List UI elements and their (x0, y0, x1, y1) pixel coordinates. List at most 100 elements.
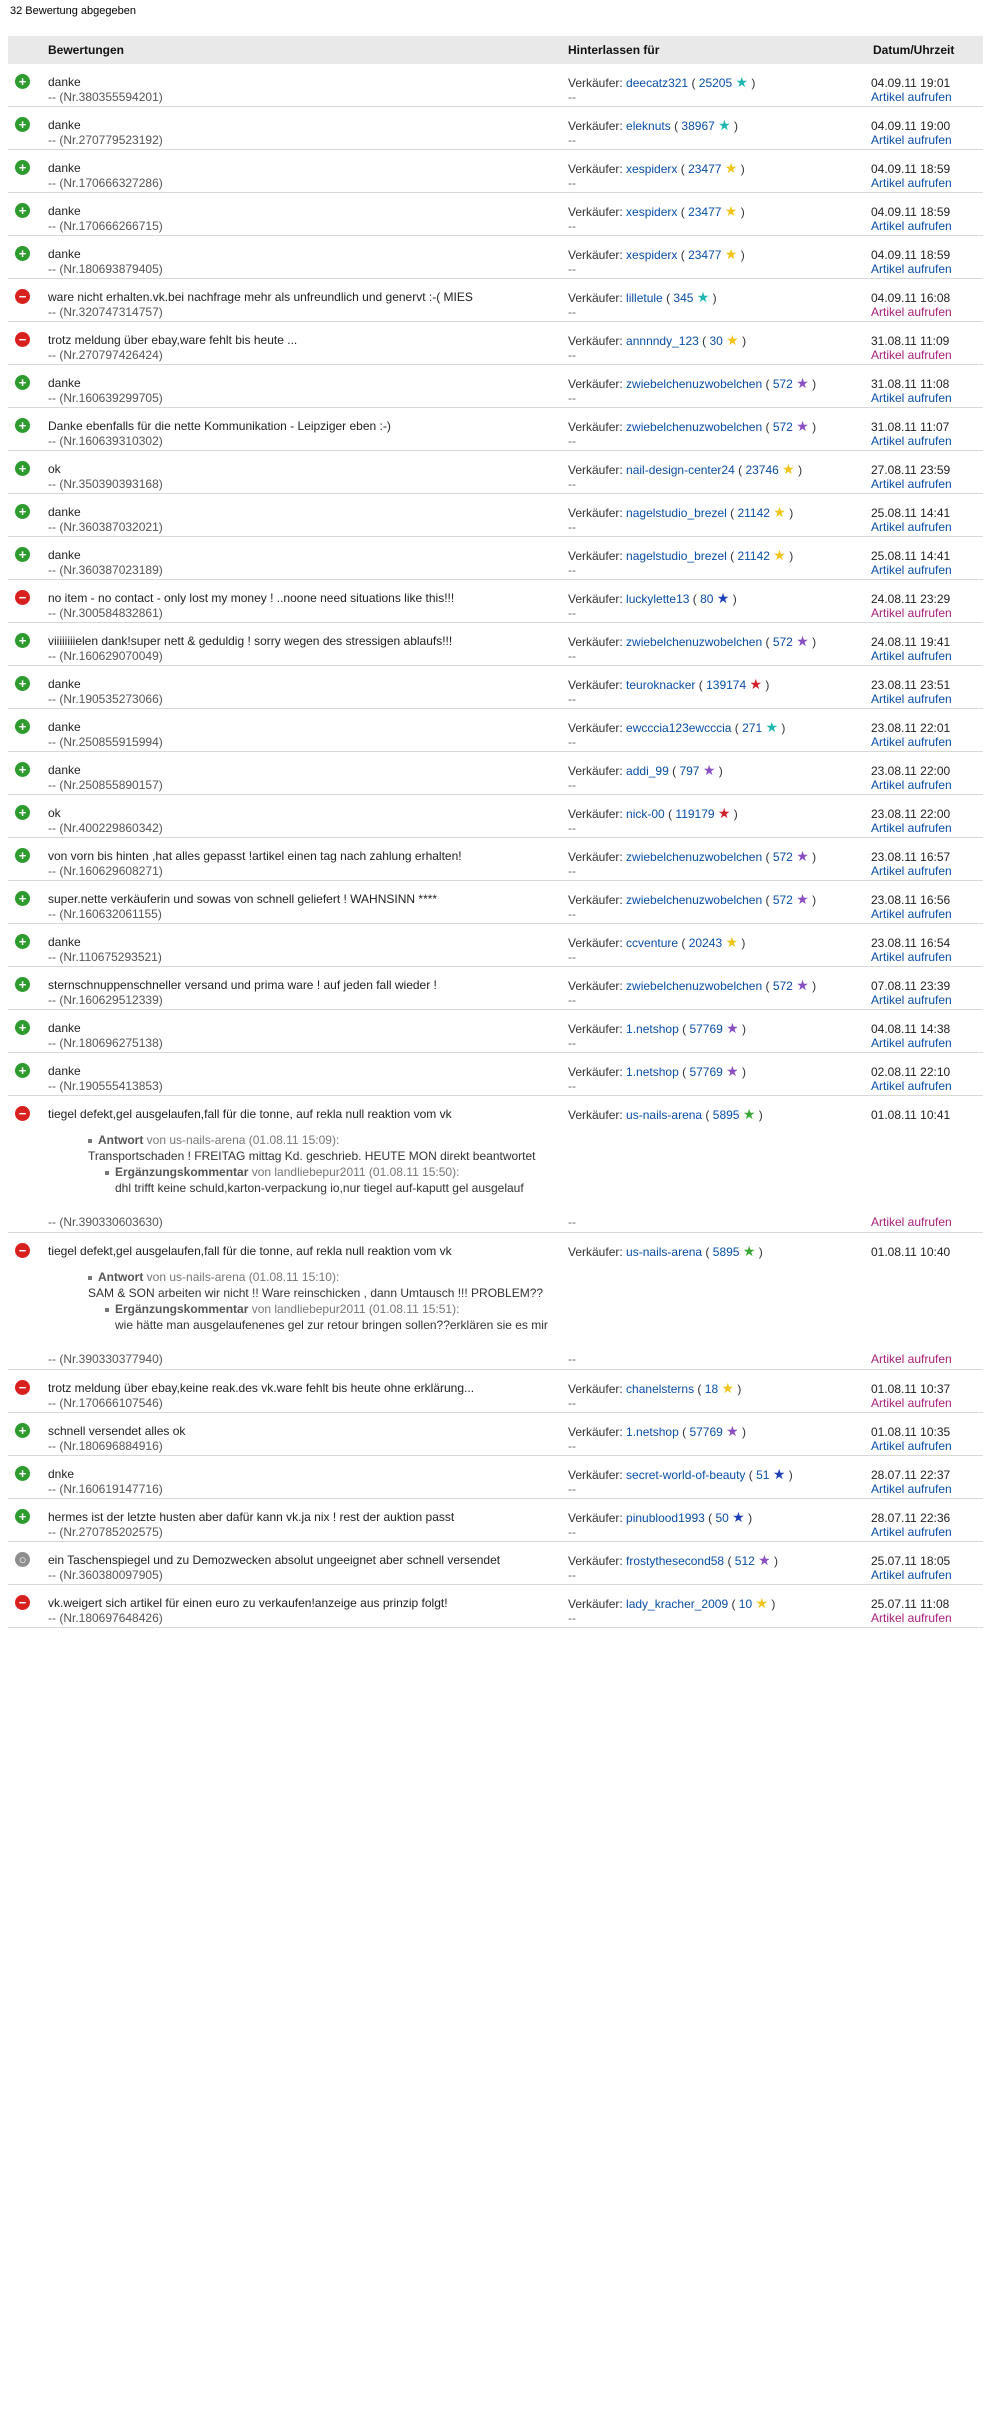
view-item-link[interactable]: Artikel aufrufen (871, 1611, 952, 1625)
feedback-score-link[interactable]: 51 (756, 1468, 769, 1482)
view-item-link[interactable]: Artikel aufrufen (871, 821, 952, 835)
feedback-score-link[interactable]: 21142 (737, 549, 769, 563)
view-item-link[interactable]: Artikel aufrufen (871, 219, 952, 233)
feedback-score-link[interactable]: 572 (773, 850, 793, 864)
seller-link[interactable]: annnndy_123 (626, 334, 699, 348)
view-item-link[interactable]: Artikel aufrufen (871, 1215, 952, 1229)
seller-link[interactable]: xespiderx (626, 162, 677, 176)
seller-link[interactable]: deecatz321 (626, 76, 688, 90)
seller-link[interactable]: nail-design-center24 (626, 463, 735, 477)
seller-link[interactable]: luckylette13 (626, 592, 689, 606)
seller-link[interactable]: lady_kracher_2009 (626, 1597, 728, 1611)
feedback-score-link[interactable]: 25205 (699, 76, 732, 90)
view-item-link[interactable]: Artikel aufrufen (871, 176, 952, 190)
view-item-link[interactable]: Artikel aufrufen (871, 434, 952, 448)
feedback-score-link[interactable]: 572 (773, 377, 793, 391)
feedback-score-link[interactable]: 512 (735, 1554, 755, 1568)
view-item-link[interactable]: Artikel aufrufen (871, 1352, 952, 1366)
feedback-score-link[interactable]: 23477 (688, 162, 721, 176)
seller-link[interactable]: ccventure (626, 936, 678, 950)
view-item-link[interactable]: Artikel aufrufen (871, 778, 952, 792)
seller-link[interactable]: xespiderx (626, 205, 677, 219)
view-item-link[interactable]: Artikel aufrufen (871, 606, 952, 620)
feedback-row: − trotz meldung über ebay,ware fehlt bis … (8, 322, 983, 365)
seller-link[interactable]: zwiebelchenuzwobelchen (626, 635, 762, 649)
view-item-link[interactable]: Artikel aufrufen (871, 520, 952, 534)
view-item-link[interactable]: Artikel aufrufen (871, 1482, 952, 1496)
feedback-score-link[interactable]: 5895 (713, 1245, 740, 1259)
seller-link[interactable]: lilletule (626, 291, 663, 305)
view-item-link[interactable]: Artikel aufrufen (871, 133, 952, 147)
seller-link[interactable]: teuroknacker (626, 678, 695, 692)
feedback-score-link[interactable]: 271 (742, 721, 762, 735)
view-item-link[interactable]: Artikel aufrufen (871, 1036, 952, 1050)
feedback-score-link[interactable]: 23746 (745, 463, 778, 477)
star-icon: ★ (732, 1509, 745, 1525)
feedback-score-link[interactable]: 5895 (713, 1108, 740, 1122)
seller-link[interactable]: eleknuts (626, 119, 671, 133)
view-item-link[interactable]: Artikel aufrufen (871, 90, 952, 104)
feedback-score-link[interactable]: 50 (715, 1511, 728, 1525)
feedback-score-link[interactable]: 38967 (681, 119, 714, 133)
feedback-score-link[interactable]: 345 (673, 291, 693, 305)
seller-link[interactable]: secret-world-of-beauty (626, 1468, 745, 1482)
feedback-score-link[interactable]: 21142 (737, 506, 769, 520)
view-item-link[interactable]: Artikel aufrufen (871, 1396, 952, 1410)
feedback-score-link[interactable]: 797 (679, 764, 699, 778)
feedback-score-link[interactable]: 18 (705, 1382, 718, 1396)
view-item-link[interactable]: Artikel aufrufen (871, 563, 952, 577)
feedback-score-link[interactable]: 57769 (689, 1425, 722, 1439)
feedback-score-link[interactable]: 30 (709, 334, 722, 348)
seller-link[interactable]: 1.netshop (626, 1425, 679, 1439)
seller-link[interactable]: ewcccia123ewcccia (626, 721, 731, 735)
view-item-link[interactable]: Artikel aufrufen (871, 907, 952, 921)
seller-link[interactable]: zwiebelchenuzwobelchen (626, 979, 762, 993)
seller-link[interactable]: zwiebelchenuzwobelchen (626, 420, 762, 434)
seller-link[interactable]: nagelstudio_brezel (626, 549, 727, 563)
feedback-score-link[interactable]: 10 (739, 1597, 752, 1611)
view-item-link[interactable]: Artikel aufrufen (871, 391, 952, 405)
view-item-link[interactable]: Artikel aufrufen (871, 477, 952, 491)
view-item-link[interactable]: Artikel aufrufen (871, 993, 952, 1007)
feedback-score-link[interactable]: 57769 (689, 1065, 722, 1079)
seller-link[interactable]: 1.netshop (626, 1065, 679, 1079)
view-item-link[interactable]: Artikel aufrufen (871, 348, 952, 362)
seller-link[interactable]: pinublood1993 (626, 1511, 705, 1525)
view-item-link[interactable]: Artikel aufrufen (871, 735, 952, 749)
seller-link[interactable]: zwiebelchenuzwobelchen (626, 850, 762, 864)
feedback-score-link[interactable]: 139174 (706, 678, 746, 692)
seller-link[interactable]: xespiderx (626, 248, 677, 262)
feedback-score-link[interactable]: 23477 (688, 205, 721, 219)
seller-link[interactable]: us-nails-arena (626, 1245, 702, 1259)
feedback-score-link[interactable]: 23477 (688, 248, 721, 262)
seller-link[interactable]: zwiebelchenuzwobelchen (626, 893, 762, 907)
feedback-score-link[interactable]: 57769 (689, 1022, 722, 1036)
seller-link[interactable]: chanelsterns (626, 1382, 694, 1396)
seller-link[interactable]: zwiebelchenuzwobelchen (626, 377, 762, 391)
seller-link[interactable]: 1.netshop (626, 1022, 679, 1036)
feedback-score-link[interactable]: 119179 (675, 807, 714, 821)
view-item-link[interactable]: Artikel aufrufen (871, 1525, 952, 1539)
feedback-score-link[interactable]: 572 (773, 893, 793, 907)
view-item-link[interactable]: Artikel aufrufen (871, 262, 952, 276)
seller-link[interactable]: frostythesecond58 (626, 1554, 724, 1568)
view-item-link[interactable]: Artikel aufrufen (871, 864, 952, 878)
feedback-score-link[interactable]: 20243 (689, 936, 722, 950)
feedback-score-link[interactable]: 572 (773, 635, 793, 649)
feedback-score-link[interactable]: 572 (773, 420, 793, 434)
view-item-link[interactable]: Artikel aufrufen (871, 692, 952, 706)
feedback-row: + danke -- (Nr.250855915994) Verkäufer: ewc… (8, 709, 983, 752)
seller-link[interactable]: nagelstudio_brezel (626, 506, 727, 520)
feedback-score-link[interactable]: 572 (773, 979, 793, 993)
view-item-link[interactable]: Artikel aufrufen (871, 1439, 952, 1453)
seller-link[interactable]: nick-00 (626, 807, 665, 821)
view-item-link[interactable]: Artikel aufrufen (871, 1079, 952, 1093)
view-item-link[interactable]: Artikel aufrufen (871, 305, 952, 319)
view-item-link[interactable]: Artikel aufrufen (871, 950, 952, 964)
view-item-link[interactable]: Artikel aufrufen (871, 649, 952, 663)
feedback-score-link[interactable]: 80 (700, 592, 713, 606)
seller-link[interactable]: addi_99 (626, 764, 669, 778)
feedback-comment: danke (48, 75, 81, 89)
view-item-link[interactable]: Artikel aufrufen (871, 1568, 952, 1582)
seller-link[interactable]: us-nails-arena (626, 1108, 702, 1122)
